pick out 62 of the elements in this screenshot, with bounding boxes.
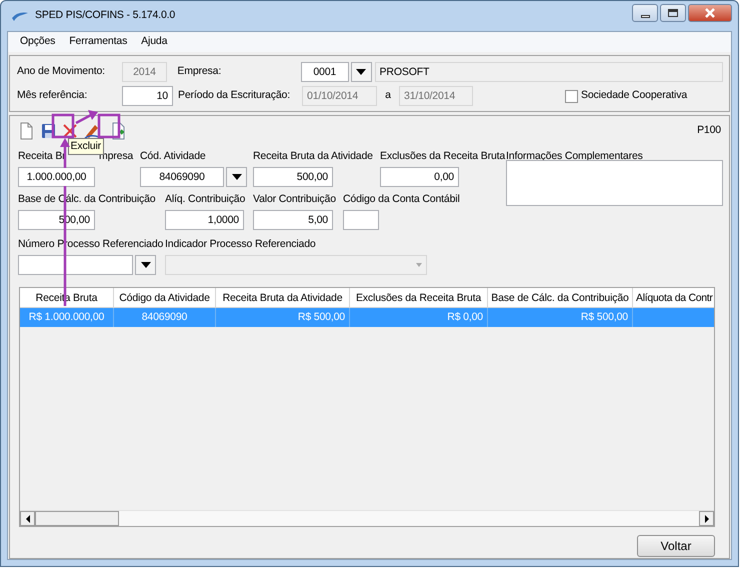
dropdown-arrow-icon: [416, 263, 422, 267]
field-label: Código da Conta Contábil: [343, 192, 460, 207]
close-icon: [704, 8, 716, 18]
company-name-field[interactable]: PROSOFT: [374, 62, 723, 82]
table-cell: R$ 1.000.000,00: [20, 308, 114, 327]
input-field[interactable]: 1,0000: [165, 210, 244, 230]
input-field[interactable]: 500,00: [253, 167, 333, 187]
maximize-button[interactable]: [660, 4, 686, 22]
column-header[interactable]: Exclusões da Receita Bruta: [350, 288, 488, 307]
menu-item[interactable]: Opções: [20, 34, 56, 50]
highlight-frame: [98, 114, 120, 138]
table-cell: R$ 500,00: [216, 308, 350, 327]
dropdown-button[interactable]: [226, 167, 247, 187]
input-field[interactable]: 5,00: [253, 210, 333, 230]
date-separator: a: [384, 88, 392, 104]
field-label: Receita Bruta da Atividade: [253, 149, 373, 164]
field-label: Valor Contribuição: [253, 192, 336, 207]
input-field[interactable]: [343, 210, 379, 230]
dropdown-button[interactable]: [135, 255, 156, 275]
month-field[interactable]: 10: [122, 86, 173, 106]
field-label: Alíq. Contribuição: [165, 192, 246, 207]
menu-item[interactable]: Ferramentas: [69, 34, 128, 50]
column-header[interactable]: Código da Atividade: [114, 288, 216, 307]
field-label: Informações Complementares: [506, 149, 644, 164]
scroll-left-button[interactable]: [20, 511, 35, 526]
window-title: SPED PIS/COFINS - 5.174.0.0: [35, 8, 176, 24]
combo-field[interactable]: 84069090: [140, 167, 224, 187]
field-label: Ano de Movimento:: [17, 64, 106, 80]
back-button[interactable]: Voltar: [637, 535, 715, 557]
tooltip: Excluir: [68, 138, 104, 155]
register-code: P100: [697, 123, 721, 138]
table-cell: R$ 0,00: [350, 308, 488, 327]
input-field[interactable]: 1.000.000,00: [18, 167, 95, 187]
field-label: Exclusões da Receita Bruta: [380, 149, 506, 164]
highlight-frame: [52, 114, 74, 138]
arrow: [75, 110, 98, 124]
field-label: Mês referência:: [17, 88, 88, 104]
dropdown-button[interactable]: [350, 62, 372, 82]
scroll-right-button[interactable]: [699, 511, 714, 526]
field-label: Período da Escrituração:: [178, 88, 291, 104]
field-label: Empresa:: [177, 64, 222, 80]
menu-item[interactable]: Ajuda: [141, 34, 168, 50]
input-field[interactable]: 0,00: [380, 167, 459, 187]
combo-field[interactable]: [18, 255, 133, 275]
table-cell: R$ 500,00: [488, 308, 633, 327]
app-logo-icon: [11, 10, 29, 22]
company-code-field[interactable]: 0001: [300, 62, 349, 82]
close-button[interactable]: [688, 4, 732, 22]
column-header[interactable]: Receita Bruta da Atividade: [216, 288, 350, 307]
column-header[interactable]: Alíquota da Contr: [633, 288, 713, 307]
field-label: Receita Br: [18, 149, 66, 164]
end-date-field[interactable]: 31/10/2014: [399, 86, 473, 106]
checkbox-label: Sociedade Cooperativa: [581, 88, 688, 104]
year-field[interactable]: 2014: [122, 62, 168, 82]
field-label: Indicador Processo Referenciado: [165, 237, 316, 252]
column-header[interactable]: Base de Cálc. da Contribuição: [488, 288, 633, 307]
scrollbar-thumb[interactable]: [35, 511, 119, 526]
checkbox[interactable]: [565, 90, 578, 102]
minimize-button[interactable]: [632, 4, 658, 22]
table-cell: 84069090: [114, 308, 216, 327]
field-label: Cód. Atividade: [140, 149, 206, 164]
start-date-field[interactable]: 01/10/2014: [302, 86, 377, 106]
